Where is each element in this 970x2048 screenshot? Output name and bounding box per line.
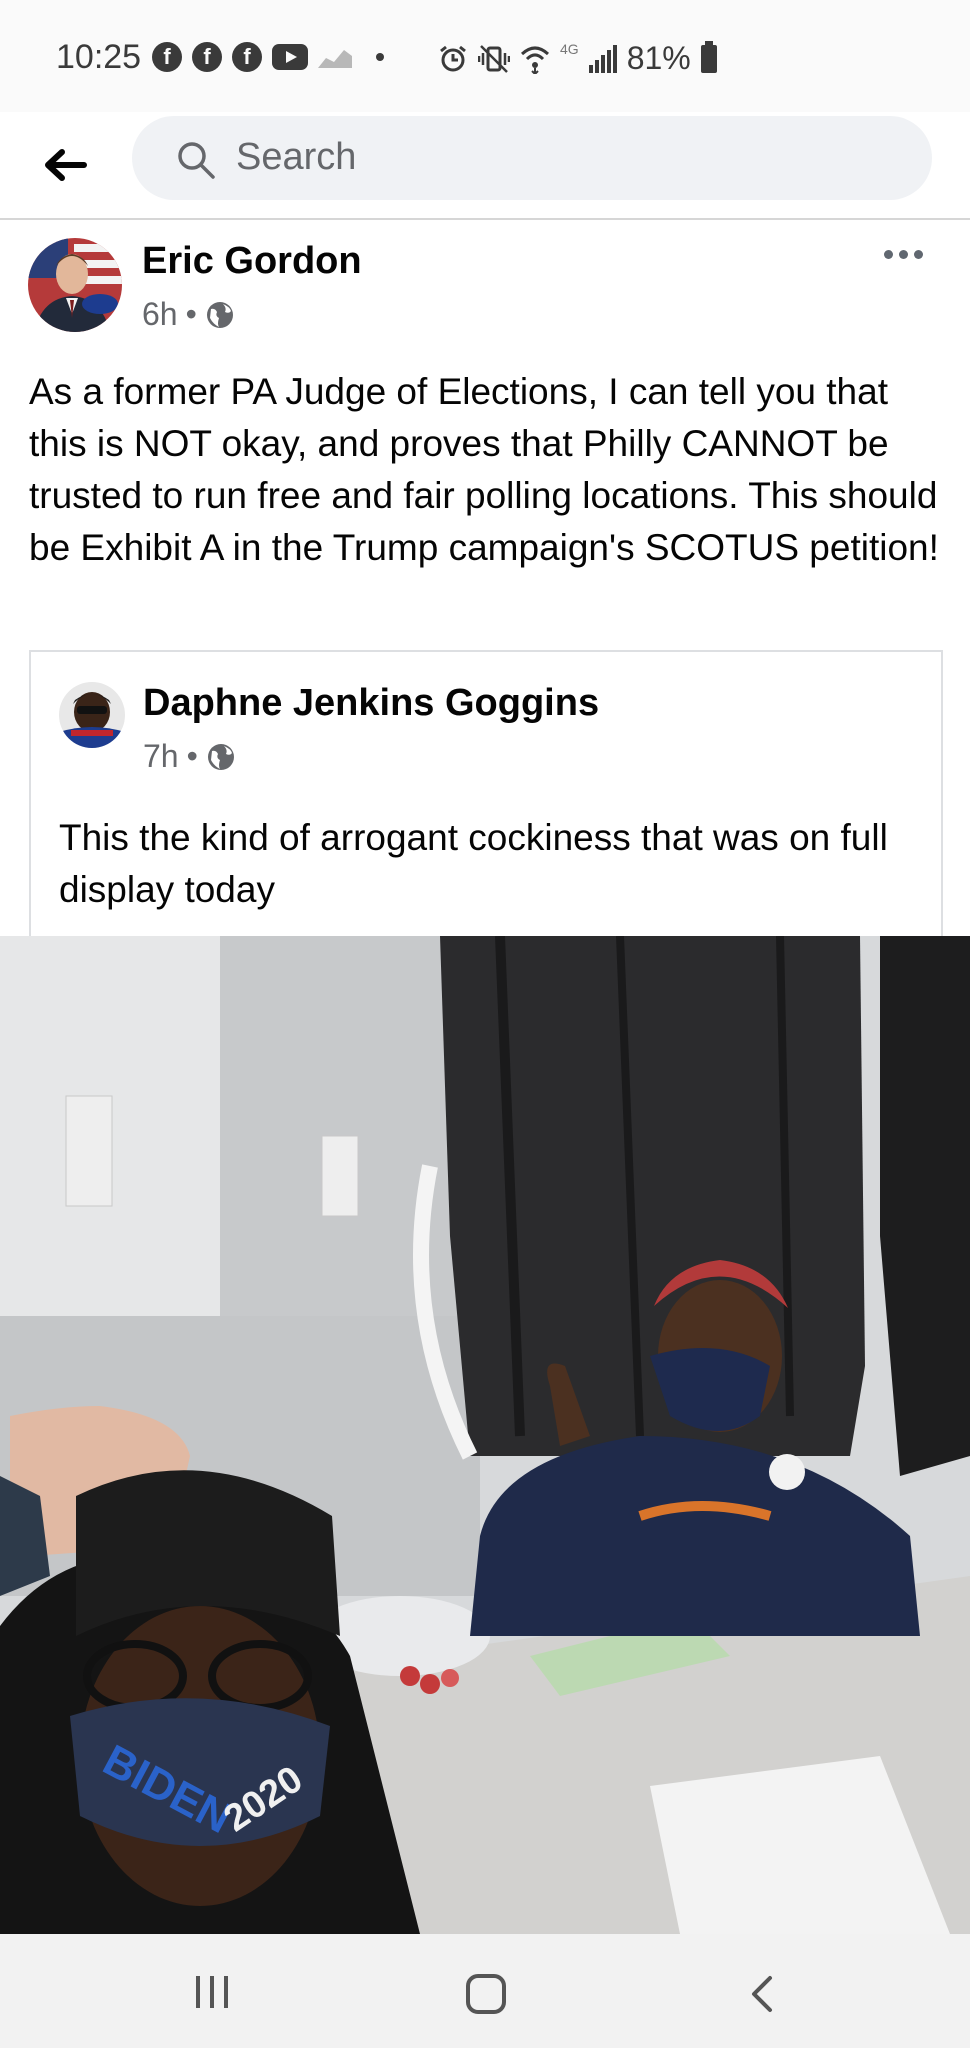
battery-percent: 81% [626,40,691,76]
system-icons: 4G 81% [438,40,717,77]
search-placeholder: Search [236,136,357,178]
post-time[interactable]: 6h [142,296,178,333]
recents-icon[interactable] [196,1976,228,2008]
facebook-icon: f [152,42,182,72]
meta-separator: • [186,738,198,774]
globe-icon [207,743,234,770]
home-icon[interactable] [466,1974,506,2014]
meta-separator: • [185,296,197,332]
chart-icon [318,50,352,68]
status-bar: 10:25 f f f 4G 81% [0,0,970,112]
youtube-icon [272,44,308,70]
post-photo[interactable]: BIDEN 2020 [0,936,970,1934]
vibrate-icon [478,44,510,73]
battery-icon [700,40,717,73]
shared-post-time[interactable]: 7h [143,738,179,775]
post-author-name[interactable]: Eric Gordon [142,240,362,283]
notification-icons: f f f [152,42,384,72]
search-icon [178,142,215,179]
signal-icon [588,44,617,73]
author-avatar[interactable] [28,238,122,332]
post-meta: 6h • [142,296,235,333]
shared-post-text: This the kind of arrogant cockiness that… [59,817,888,910]
back-icon[interactable] [744,1974,780,2014]
alarm-icon [440,45,466,71]
shared-author-name[interactable]: Daphne Jenkins Goggins [143,682,599,725]
shared-author-avatar[interactable] [59,682,125,748]
search-input[interactable]: Search [132,116,932,200]
status-time: 10:25 [56,38,142,76]
search-header: Search [0,112,970,220]
globe-icon [206,301,233,328]
back-arrow-icon[interactable] [40,140,90,190]
wifi-icon [520,46,550,74]
shared-post-meta: 7h • [143,738,236,775]
system-nav-bar [0,1934,970,2048]
network-type-label: 4G [560,40,579,57]
dot-icon [376,53,384,61]
post-options-button[interactable] [884,250,928,264]
post-body-text: As a former PA Judge of Elections, I can… [29,371,939,568]
shared-post-card[interactable]: Daphne Jenkins Goggins 7h • This the kin… [29,650,943,952]
facebook-icon: f [232,42,262,72]
facebook-icon: f [192,42,222,72]
